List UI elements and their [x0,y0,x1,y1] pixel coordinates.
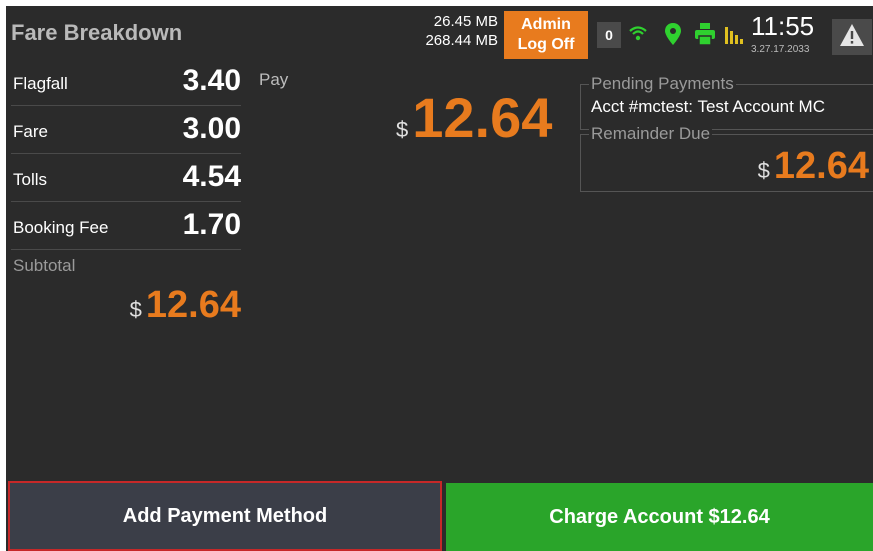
remainder-due-title: Remainder Due [589,124,713,144]
pending-payments-title: Pending Payments [589,74,736,94]
fare-row-fare: Fare 3.00 [11,106,241,154]
fare-label: Fare [13,122,48,141]
admin-label: Admin [521,16,571,33]
currency-symbol: $ [757,158,770,183]
logoff-label: Log Off [517,36,575,53]
clock-time: 11:55 [751,11,815,41]
wifi-icon [628,23,648,48]
remainder-value: 12.64 [773,145,869,187]
clock-date: 3.27.17.2033 [751,44,810,55]
remainder-amount: $12.64 [758,145,869,188]
add-payment-method-button[interactable]: Add Payment Method [8,481,442,551]
count-badge[interactable]: 0 [597,22,621,48]
page-title: Fare Breakdown [11,20,183,45]
fare-label: Booking Fee [13,218,109,237]
charge-account-button[interactable]: Charge Account $12.64 [446,483,873,551]
fare-value: 1.70 [182,208,241,241]
pending-payment-entry[interactable]: Acct #mctest: Test Account MC [591,97,825,117]
subtotal-value: 12.64 [145,284,241,326]
fare-row-flagfall: Flagfall 3.40 [11,58,241,106]
pay-value: 12.64 [412,86,553,149]
fare-label: Tolls [13,170,48,189]
currency-symbol: $ [129,297,142,322]
memory-total: 268.44 MB [425,32,498,49]
memory-readout: 26.45 MB 268.44 MB [402,12,498,50]
subtotal-amount: $12.64 [11,284,241,327]
fare-value: 3.00 [182,112,241,145]
fare-value: 4.54 [182,160,241,193]
location-pin-icon [665,23,681,50]
signal-bars-icon [724,25,744,50]
currency-symbol: $ [396,117,409,142]
fare-row-tolls: Tolls 4.54 [11,154,241,202]
memory-free: 26.45 MB [433,13,498,30]
subtotal-label: Subtotal [13,256,76,275]
remainder-due-panel: Remainder Due $12.64 [580,124,873,192]
warning-button[interactable] [832,19,872,55]
admin-logoff-button[interactable]: Admin Log Off [504,11,588,59]
pay-amount: $12.64 [396,85,552,150]
fare-screen: Fare Breakdown 26.45 MB 268.44 MB Admin … [6,6,873,551]
fare-label: Flagfall [13,74,68,93]
warning-icon [839,23,865,52]
fare-row-booking-fee: Booking Fee 1.70 [11,202,241,250]
fare-value: 3.40 [182,64,241,97]
printer-icon [695,23,715,50]
pay-label: Pay [259,70,289,89]
